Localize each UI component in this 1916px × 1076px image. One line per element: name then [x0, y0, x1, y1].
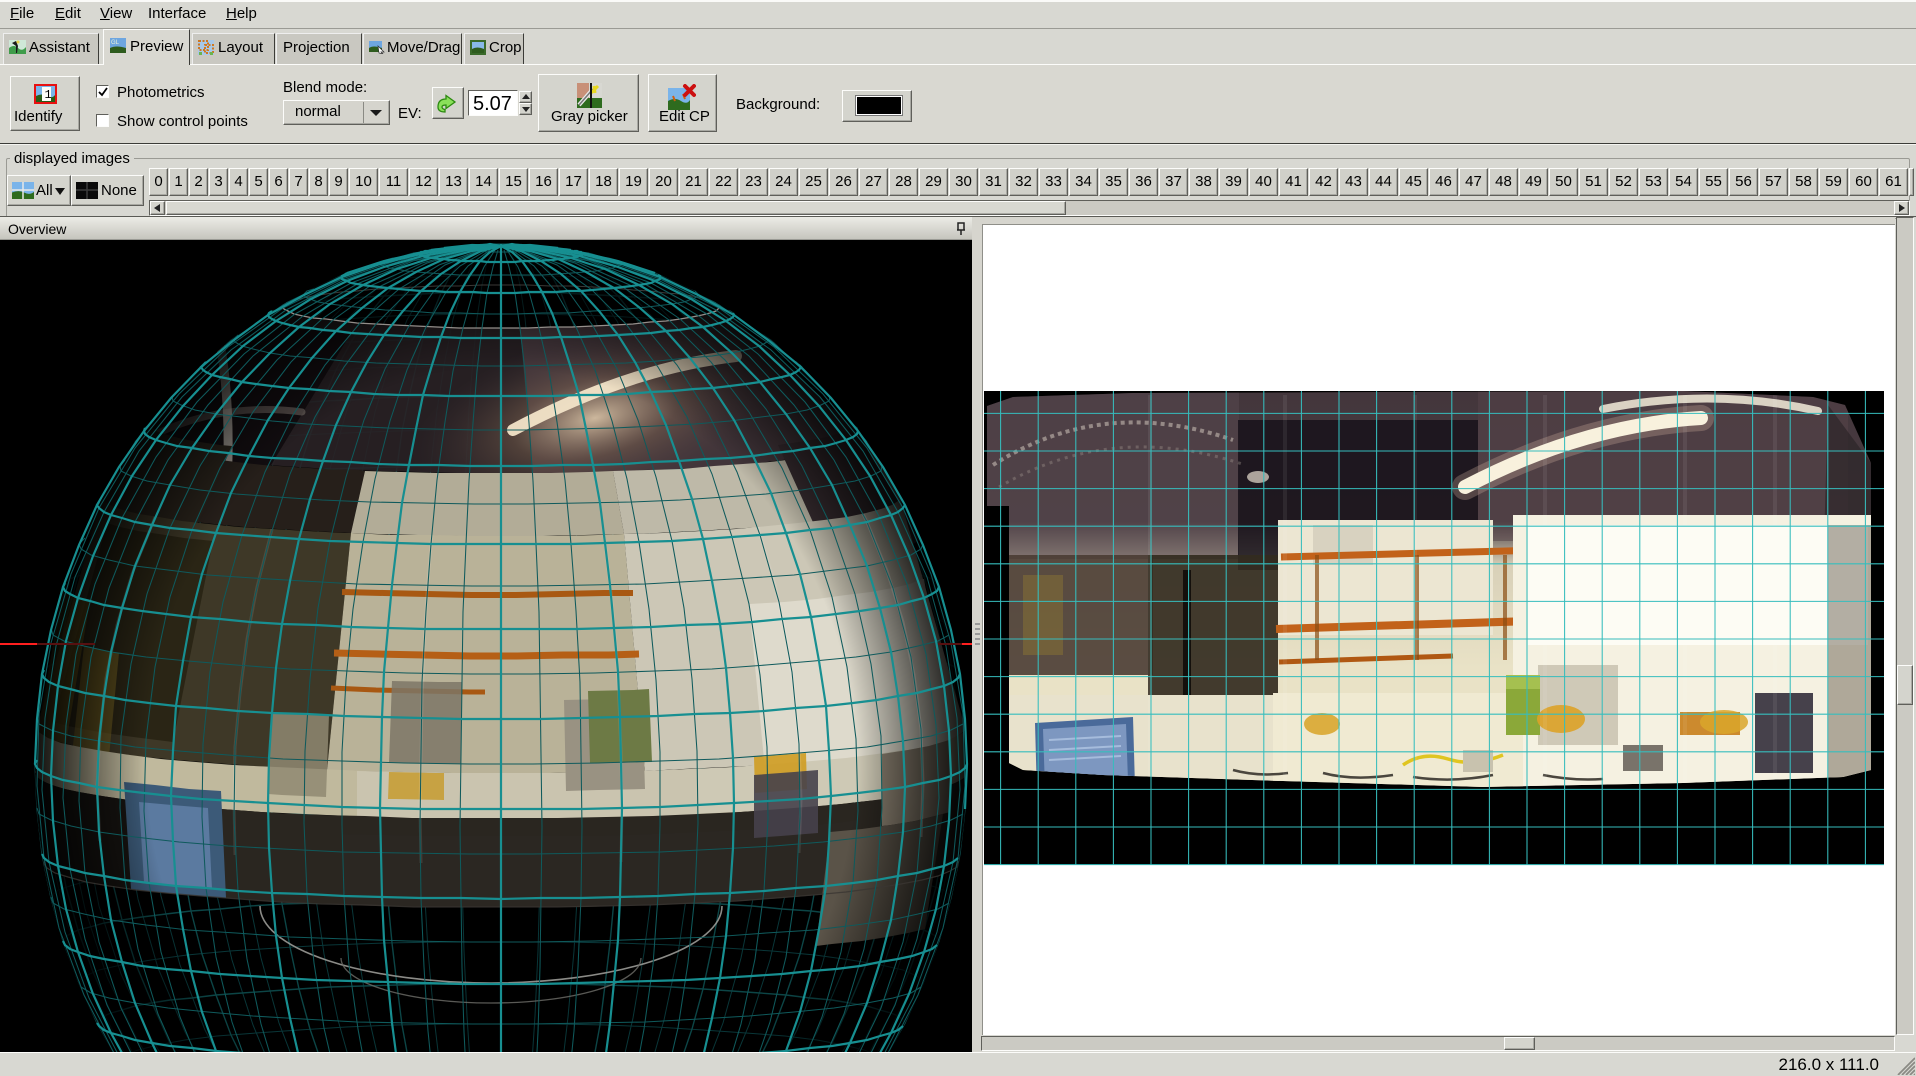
svg-text:1: 1	[45, 88, 52, 102]
svg-text:GL: GL	[111, 40, 120, 46]
